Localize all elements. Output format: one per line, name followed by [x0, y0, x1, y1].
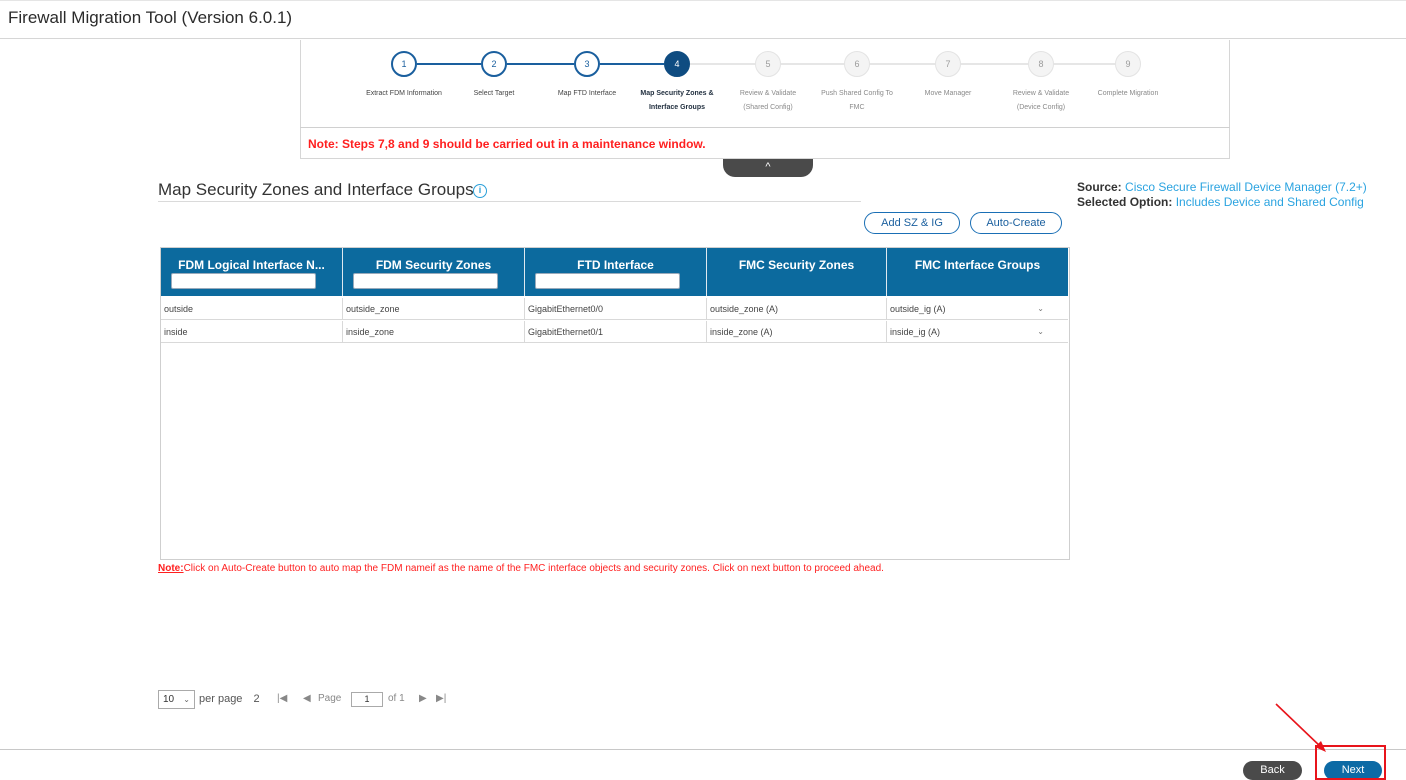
step-connector [507, 63, 574, 65]
cell-fmc-security-zone[interactable]: inside_zone (A) [707, 321, 887, 343]
page-of-label: of 1 [388, 693, 405, 704]
step-4-circle[interactable]: 4 [664, 51, 690, 77]
note-prefix: Note: [158, 563, 184, 574]
cell-ftd-interface: GigabitEthernet0/1 [525, 321, 707, 343]
source-label: Source: [1077, 180, 1122, 194]
column-header-label: FDM Logical Interface N... [178, 258, 325, 272]
source-info: Source: Cisco Secure Firewall Device Man… [1077, 180, 1367, 210]
per-page-select[interactable]: 10 ⌄ [158, 690, 195, 709]
annotation-arrow [1275, 703, 1326, 752]
column-header-label: FMC Interface Groups [914, 258, 1041, 272]
step-connector [1054, 63, 1115, 65]
select-value: outside_ig (A) [890, 304, 946, 314]
back-button[interactable]: Back [1243, 761, 1302, 780]
collapse-wizard-button[interactable]: ^ [723, 159, 813, 177]
footer-divider [0, 749, 1406, 750]
step-label-line1: Complete Migration [1097, 90, 1159, 97]
step-3-circle[interactable]: 3 [574, 51, 600, 77]
step-connector [870, 63, 935, 65]
step-1-circle[interactable]: 1 [391, 51, 417, 77]
first-page-icon[interactable]: |◀ [277, 693, 287, 704]
step-label-line2: (Device Config) [1016, 104, 1066, 111]
selected-option-label: Selected Option: [1077, 195, 1173, 209]
total-count: 2 [253, 693, 260, 705]
fmc-interface-group-select[interactable]: outside_ig (A) ⌄ [887, 298, 1068, 320]
step-connector [961, 63, 1028, 65]
chevron-down-icon[interactable]: ⌄ [1037, 321, 1044, 343]
step-connector [600, 63, 664, 65]
top-border [0, 0, 1406, 1]
source-value: Cisco Secure Firewall Device Manager (7.… [1125, 180, 1367, 194]
auto-create-note: Note:Click on Auto-Create button to auto… [158, 563, 884, 574]
selected-option-value: Includes Device and Shared Config [1175, 195, 1364, 209]
step-connector [417, 63, 481, 65]
next-page-icon[interactable]: ▶ [419, 693, 427, 704]
column-header-fmc-interface-groups[interactable]: FMC Interface Groups [887, 248, 1068, 296]
cell-security-zone: inside_zone [343, 321, 525, 343]
select-value: inside_ig (A) [890, 327, 941, 337]
column-header-fmc-security-zones[interactable]: FMC Security Zones [707, 248, 887, 296]
step-9-circle: 9 [1115, 51, 1141, 77]
step-8-circle: 8 [1028, 51, 1054, 77]
step-connector [781, 63, 844, 65]
step-7-circle: 7 [935, 51, 961, 77]
per-page-value: 10 [163, 694, 175, 705]
column-header-label: FDM Security Zones [375, 258, 492, 272]
cell-fmc-security-zone[interactable]: outside_zone (A) [707, 298, 887, 320]
cell-logical-interface: outside [161, 298, 343, 320]
filter-input-fdm-logical-interface[interactable] [171, 273, 316, 289]
step-label-line2: FMC [849, 104, 865, 111]
maintenance-note: Note: Steps 7,8 and 9 should be carried … [308, 137, 706, 151]
page-title: Map Security Zones and Interface Groups [158, 180, 474, 199]
filter-input-ftd-interface[interactable] [535, 273, 680, 289]
wizard-note-divider [300, 127, 1230, 128]
info-icon[interactable]: i [473, 184, 487, 198]
column-header-label: FMC Security Zones [738, 258, 855, 272]
chevron-down-icon: ⌄ [183, 695, 190, 704]
title-underline [158, 201, 861, 202]
per-page-text: per page [199, 693, 243, 705]
page-label: Page [318, 693, 342, 704]
prev-page-icon[interactable]: ◀ [303, 693, 311, 704]
table-row: outside outside_zone GigabitEthernet0/0 … [161, 298, 1068, 320]
per-page-label: per page 2 [199, 693, 260, 705]
step-connector [690, 63, 755, 65]
cell-security-zone: outside_zone [343, 298, 525, 320]
step-5-circle: 5 [755, 51, 781, 77]
auto-create-button[interactable]: Auto-Create [970, 212, 1062, 234]
add-sz-ig-button[interactable]: Add SZ & IG [864, 212, 960, 234]
title-divider [0, 38, 1406, 39]
step-9-label: Complete Migration [1073, 87, 1183, 101]
fmc-interface-group-select[interactable]: inside_ig (A) ⌄ [887, 321, 1068, 343]
page-number-input[interactable]: 1 [351, 692, 383, 707]
chevron-down-icon[interactable]: ⌄ [1037, 298, 1044, 320]
last-page-icon[interactable]: ▶| [436, 693, 446, 704]
note-text: Click on Auto-Create button to auto map … [183, 563, 884, 574]
cell-logical-interface: inside [161, 321, 343, 343]
app-title: Firewall Migration Tool (Version 6.0.1) [8, 8, 293, 27]
step-2-circle[interactable]: 2 [481, 51, 507, 77]
filter-input-fdm-security-zones[interactable] [353, 273, 498, 289]
table-row: inside inside_zone GigabitEthernet0/1 in… [161, 321, 1068, 343]
cell-ftd-interface: GigabitEthernet0/0 [525, 298, 707, 320]
column-header-label: FTD Interface [577, 258, 654, 272]
step-6-circle: 6 [844, 51, 870, 77]
